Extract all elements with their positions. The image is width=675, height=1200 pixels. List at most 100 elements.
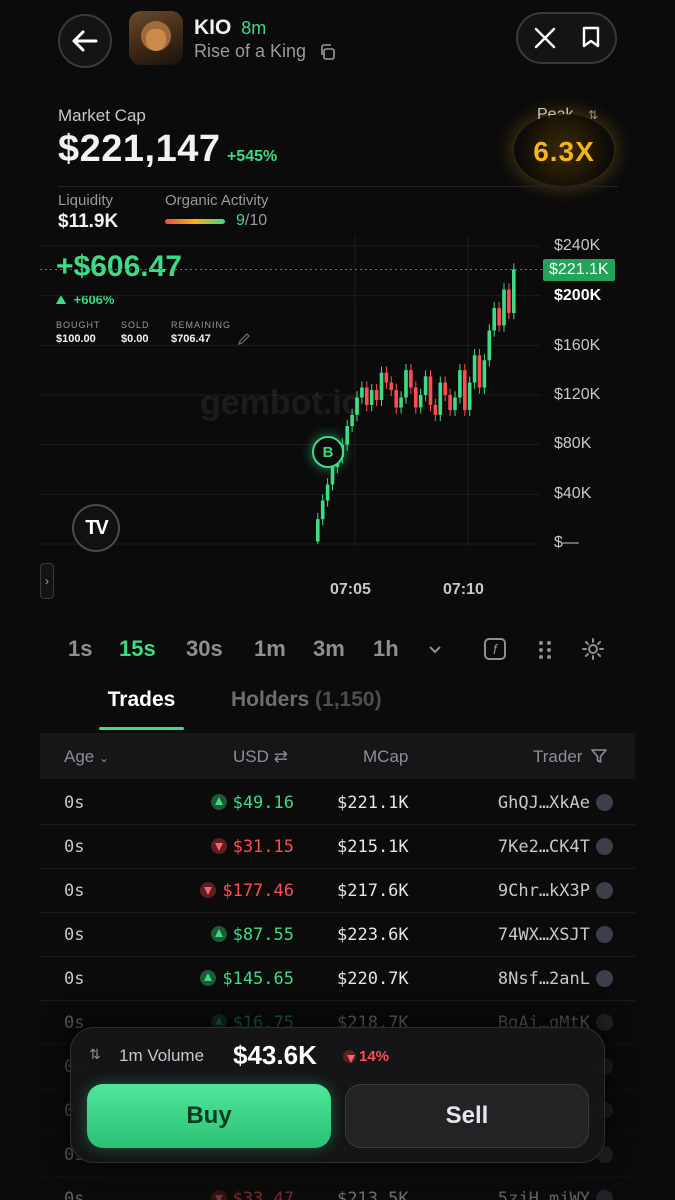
sell-button-label: Sell [445, 1102, 489, 1129]
tradingview-logo[interactable]: TV [72, 504, 120, 552]
chart-side-toggle[interactable]: › [40, 563, 54, 599]
tab-holders-label: Holders [231, 688, 310, 711]
timeframe-dropdown-icon[interactable] [428, 642, 442, 660]
buy-button-label: Buy [186, 1102, 232, 1129]
bookmark-icon[interactable] [582, 26, 600, 53]
timeframe-1h[interactable]: 1h [373, 636, 399, 662]
peak-badge[interactable]: 6.3X [514, 114, 614, 186]
age-column-header[interactable]: Age ⌄ [64, 747, 109, 767]
token-avatar [129, 11, 183, 65]
row-usd: $33.47 [232, 1189, 294, 1200]
table-row[interactable]: 0s $49.16 $221.1K GhQJ…XkAe [40, 781, 635, 825]
volume-value: $43.6K [233, 1040, 317, 1070]
row-mcap: $215.1K [337, 837, 409, 857]
sell-button[interactable]: Sell [345, 1084, 589, 1148]
trader-avatar-icon [596, 838, 613, 855]
settings-gear-icon[interactable] [581, 637, 605, 666]
candle-up [418, 395, 423, 408]
candle-up [399, 397, 403, 408]
candle-down [477, 355, 482, 388]
candle-down [389, 382, 394, 391]
organic-max: /10 [244, 212, 268, 229]
timeframe-1m[interactable]: 1m [254, 636, 286, 662]
tab-holders[interactable]: Holders (1,150) [231, 688, 382, 712]
sell-arrow-icon [210, 1190, 227, 1200]
price-chart[interactable]: gembot.io $221.1K $240K $200K $160K $120… [40, 236, 635, 606]
row-age: 0s [64, 925, 85, 945]
row-trader[interactable]: 8Nsf…2anL [498, 969, 590, 989]
row-age: 0s [64, 1189, 85, 1200]
row-trader[interactable]: 9Chr…kX3P [498, 881, 590, 901]
chevron-down-icon: ⌄ [98, 751, 110, 765]
peak-value: 6.3X [533, 136, 595, 167]
copy-icon[interactable] [319, 44, 335, 65]
timeframe-15s[interactable]: 15s [119, 636, 156, 662]
timeframe-3m[interactable]: 3m [313, 636, 345, 662]
candle-up [438, 382, 443, 415]
timeframe-30s[interactable]: 30s [186, 636, 223, 662]
row-age: 0s [64, 793, 85, 813]
x-share-icon[interactable] [534, 27, 556, 54]
table-row[interactable]: 0s $33.47 $213.5K 5zjH…mjWY [40, 1177, 635, 1200]
row-trader[interactable]: 5zjH…mjWY [498, 1189, 590, 1200]
sell-arrow-icon [210, 838, 227, 854]
tab-trades-label: Trades [107, 688, 176, 711]
candle-up [487, 330, 492, 361]
candle-up [492, 308, 496, 331]
liquidity-value: $11.9K [58, 211, 119, 232]
candle-down [463, 370, 467, 410]
volume-change: 14% [359, 1048, 390, 1065]
stats-divider [58, 186, 618, 187]
candle-up [316, 519, 320, 542]
row-age: 0s [64, 837, 85, 857]
row-age: 0s [64, 881, 85, 901]
trader-avatar-icon [596, 882, 613, 899]
usd-column-header[interactable]: USD ⇄ [233, 747, 288, 767]
filter-icon [591, 749, 607, 763]
table-row[interactable]: 0s $145.65 $220.7K 8Nsf…2anL [40, 957, 635, 1001]
organic-activity-label: Organic Activity [165, 192, 269, 209]
back-arrow-icon [72, 30, 98, 52]
volume-label: 1m Volume [119, 1046, 205, 1065]
back-button[interactable] [58, 14, 112, 68]
candle-up [502, 289, 506, 326]
sell-arrow-icon [200, 882, 217, 898]
trader-avatar-icon [596, 926, 613, 943]
x-label: 07:10 [443, 581, 484, 598]
row-usd: $49.16 [232, 793, 294, 813]
candle-down [384, 372, 389, 383]
row-age: 0s [64, 969, 85, 989]
table-row[interactable]: 0s $177.46 $217.6K 9Chr…kX3P [40, 869, 635, 913]
grid-dots-icon[interactable] [538, 640, 552, 665]
trader-column-header[interactable]: Trader [533, 747, 607, 767]
indicator-icon[interactable]: f [484, 638, 506, 660]
y-label: $40K [554, 485, 592, 502]
table-row[interactable]: 0s $87.55 $223.6K 74WX…XSJT [40, 913, 635, 957]
row-mcap: $221.1K [337, 793, 409, 813]
buy-button[interactable]: Buy [87, 1084, 331, 1148]
y-label: $200K [554, 287, 602, 304]
candle-down [433, 404, 438, 415]
market-cap-label: Market Cap [58, 106, 146, 125]
candle-up [320, 500, 325, 520]
buy-arrow-icon [210, 926, 227, 942]
row-trader[interactable]: GhQJ…XkAe [498, 793, 590, 813]
organic-activity-bar [165, 219, 225, 224]
y-label: $240K [554, 237, 601, 254]
market-cap-change: +545% [226, 148, 278, 165]
tab-trades[interactable]: Trades [99, 688, 184, 732]
row-trader[interactable]: 74WX…XSJT [498, 925, 590, 945]
y-label: $80K [554, 435, 592, 452]
timeframe-1s[interactable]: 1s [68, 636, 92, 662]
row-trader[interactable]: 7Ke2…CK4T [498, 837, 590, 857]
swap-vertical-icon[interactable]: ⇅ [89, 1046, 101, 1063]
current-price-tag: $221.1K [543, 259, 615, 281]
mcap-column-header[interactable]: MCap [363, 747, 408, 767]
candle-up [453, 397, 457, 410]
row-usd: $31.15 [232, 837, 294, 857]
candle-up [345, 426, 349, 445]
candle-down [414, 387, 418, 408]
buy-arrow-icon [210, 794, 227, 810]
row-mcap: $223.6K [337, 925, 409, 945]
table-row[interactable]: 0s $31.15 $215.1K 7Ke2…CK4T [40, 825, 635, 869]
